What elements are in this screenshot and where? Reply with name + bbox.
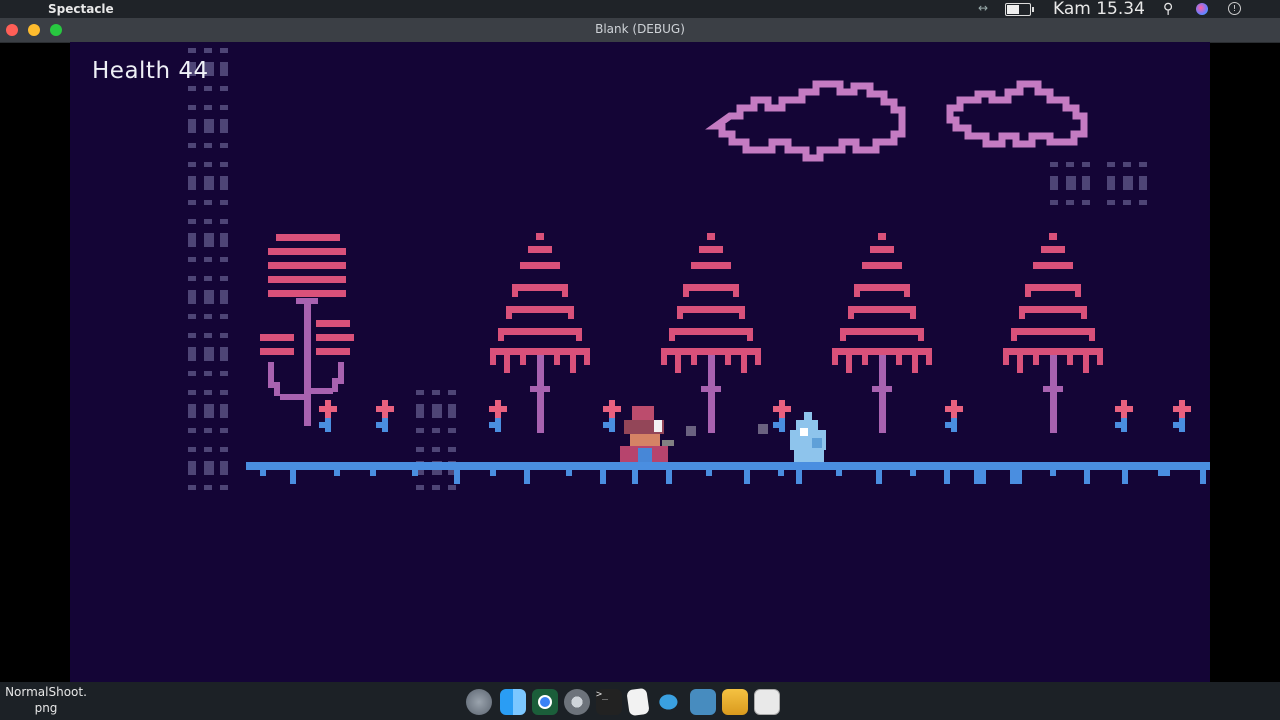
resize-arrows-icon[interactable]: ↔ (978, 1, 988, 15)
menu-bar: Spectacle ↔ Kam 15.34 ⚲ ! (0, 0, 1280, 19)
godot-icon[interactable] (690, 689, 716, 715)
pine-tree-1 (490, 233, 590, 433)
notification-center-icon[interactable]: ! (1228, 2, 1241, 15)
fish-icon[interactable] (658, 689, 684, 715)
battery-icon[interactable] (1005, 3, 1034, 16)
tree-round (260, 234, 354, 426)
siri-icon[interactable] (1196, 3, 1208, 15)
player-character (620, 406, 674, 462)
pine-tree-3 (832, 233, 932, 433)
cloud-left (705, 80, 906, 162)
search-icon[interactable]: ⚲ (1163, 1, 1173, 17)
chrome-icon[interactable] (532, 689, 558, 715)
desktop-file-label[interactable]: NormalShoot. png (4, 684, 88, 716)
notes-icon[interactable] (722, 689, 748, 715)
window-title-bar: Blank (DEBUG) (0, 18, 1280, 43)
game-canvas[interactable]: Health 44 (70, 42, 1210, 682)
ground (246, 462, 1210, 484)
pine-tree-4 (1003, 233, 1103, 433)
crystal-enemy (790, 412, 826, 462)
cloud-right (946, 80, 1088, 148)
system-preferences-icon[interactable] (564, 689, 590, 715)
preview-icon[interactable] (754, 689, 780, 715)
launchpad-icon[interactable] (466, 689, 492, 715)
terminal-icon[interactable]: >_ (596, 689, 622, 715)
apple-icon[interactable] (786, 689, 812, 715)
textedit-icon[interactable] (626, 687, 650, 717)
bottom-dock-bar: NormalShoot. png >_ (0, 682, 1280, 720)
health-counter: Health 44 (92, 58, 209, 84)
finder-icon[interactable] (500, 689, 526, 715)
game-scene (188, 48, 1210, 490)
pine-tree-2 (661, 233, 761, 433)
clock[interactable]: Kam 15.34 (1053, 0, 1145, 19)
app-menu-name[interactable]: Spectacle (48, 2, 114, 16)
window-title: Blank (DEBUG) (595, 22, 685, 36)
